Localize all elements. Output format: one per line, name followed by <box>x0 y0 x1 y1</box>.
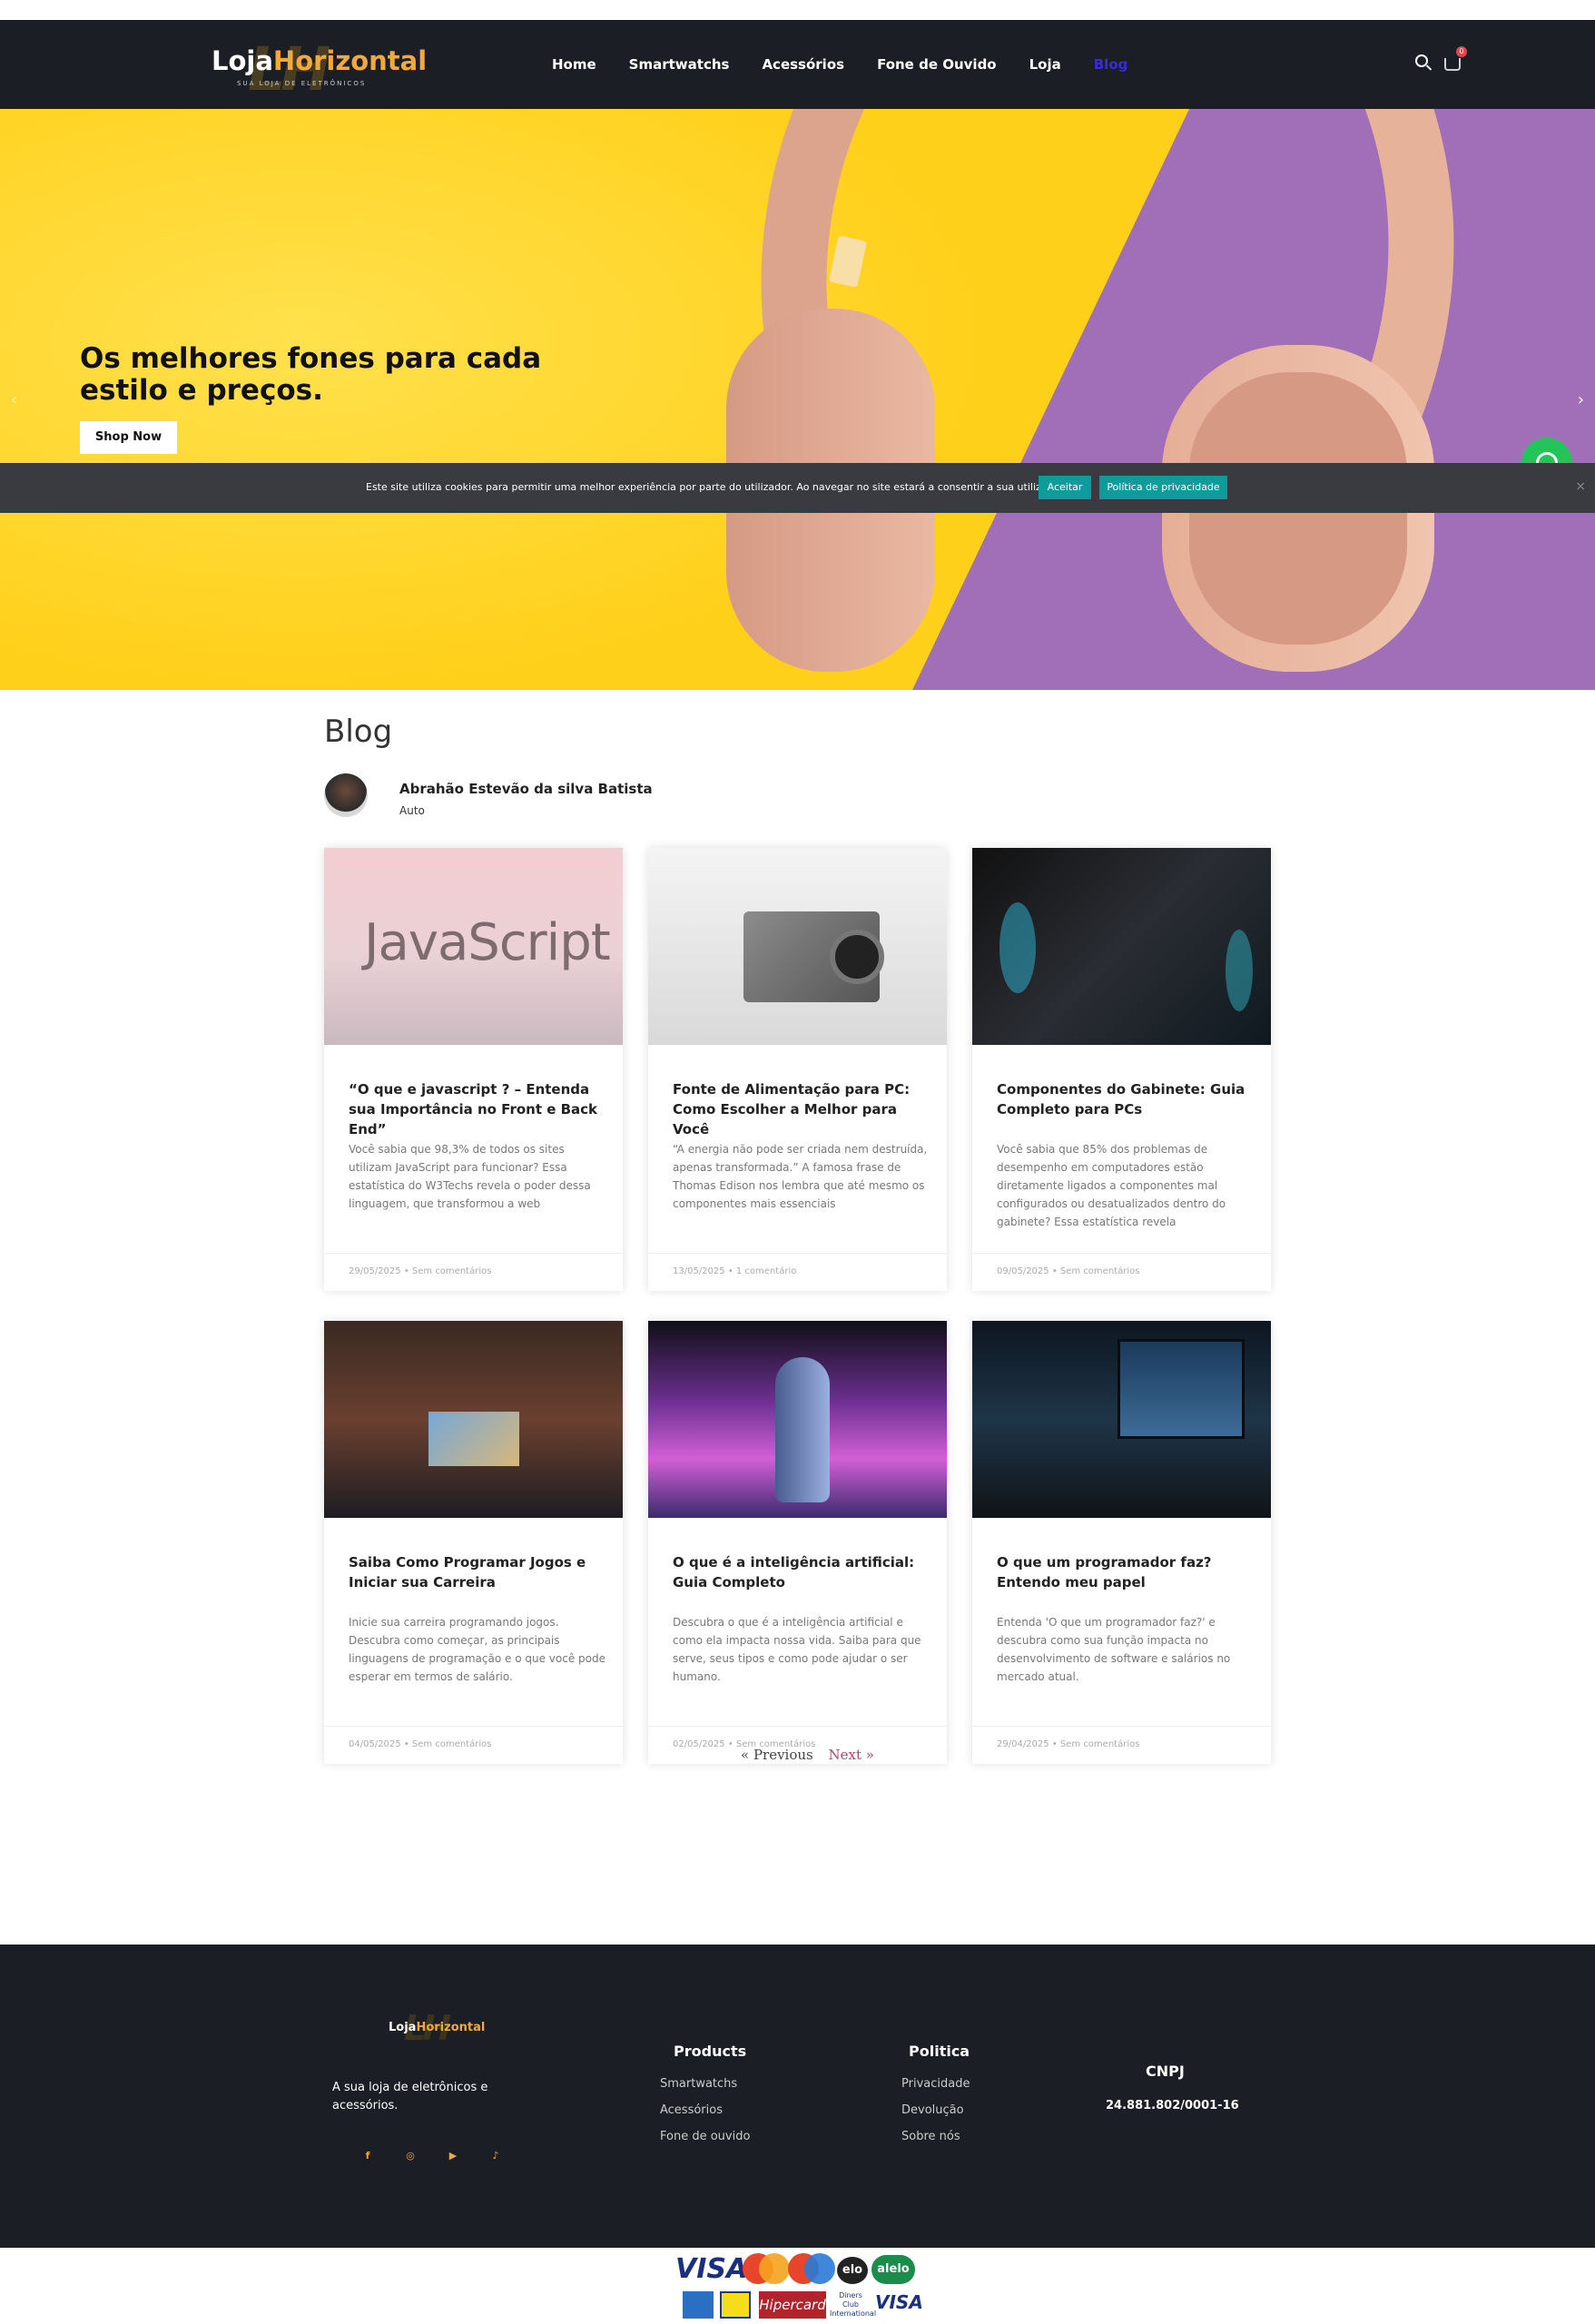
footer-link-devolucao[interactable]: Devolução <box>901 2103 964 2117</box>
post-card[interactable]: Saiba Como Programar Jogos e Iniciar sua… <box>324 1321 623 1764</box>
cnpj-title: CNPJ <box>1146 2063 1185 2080</box>
post-card[interactable]: Componentes do Gabinete: Guia Completo p… <box>972 848 1271 1291</box>
slider-prev-icon[interactable]: ‹ <box>11 390 17 409</box>
nav-fone-de-ouvido[interactable]: Fone de Ouvido <box>877 56 997 73</box>
footer-products-title: Products <box>674 2043 747 2060</box>
footer-link-fone-de-ouvido[interactable]: Fone de ouvido <box>660 2130 750 2143</box>
author-role: Auto <box>399 804 425 817</box>
top-gap <box>0 0 1595 20</box>
search-icon[interactable] <box>1415 54 1428 67</box>
banco-do-brasil-logo <box>720 2291 751 2319</box>
post-title[interactable]: “O que e javascript ? – Entenda sua Impo… <box>349 1079 603 1139</box>
social-links: f ◎ ▶ ♪ <box>361 2150 502 2162</box>
site-logo[interactable]: LH LojaHorizontal SUA LOJA DE ELETRÔNICO… <box>212 34 427 104</box>
thumbnail-text: JavaScript <box>364 913 611 972</box>
alelo-logo: alelo <box>871 2255 915 2284</box>
post-excerpt: Você sabia que 98,3% de todos os sites u… <box>349 1143 591 1210</box>
nav-home[interactable]: Home <box>552 56 596 73</box>
post-card[interactable]: Fonte de Alimentação para PC: Como Escol… <box>648 848 947 1291</box>
youtube-icon[interactable]: ▶ <box>447 2150 459 2162</box>
avatar <box>324 773 368 817</box>
site-footer: LH LojaHorizontal A sua loja de eletrôni… <box>0 1945 1595 2248</box>
post-meta: 13/05/2025 • 1 comentário <box>648 1253 947 1291</box>
post-title[interactable]: O que é a inteligência artificial: Guia … <box>673 1552 927 1592</box>
hero-slider: Os melhores fones para cada estilo e pre… <box>0 109 1595 690</box>
footer-link-privacidade[interactable]: Privacidade <box>901 2077 970 2091</box>
game-screen-image <box>428 1412 519 1466</box>
nav-blog[interactable]: Blog <box>1094 56 1128 73</box>
post-title[interactable]: Saiba Como Programar Jogos e Iniciar sua… <box>349 1552 603 1592</box>
cnpj-value: 24.881.802/0001-16 <box>1106 2099 1239 2112</box>
elo-logo: elo <box>837 2257 868 2284</box>
cart-icon[interactable]: 0 <box>1444 46 1467 71</box>
case-fan-glow <box>999 902 1036 993</box>
payment-methods: VISA elo alelo Hipercard Diners Club Int… <box>0 2248 1595 2324</box>
author-name: Abrahão Estevão da silva Batista <box>399 781 653 797</box>
header-icons: 0 <box>1415 46 1467 71</box>
post-excerpt: Descubra o que é a inteligência artifici… <box>673 1616 921 1683</box>
shop-now-button[interactable]: Shop Now <box>80 421 177 454</box>
nav-loja[interactable]: Loja <box>1029 56 1061 73</box>
nav-acessorios[interactable]: Acessórios <box>762 56 844 73</box>
cookie-text: Este site utiliza cookies para permitir … <box>366 481 1068 493</box>
cart-count-badge: 0 <box>1456 46 1467 57</box>
post-thumbnail[interactable] <box>324 1321 623 1518</box>
post-card[interactable]: O que é a inteligência artificial: Guia … <box>648 1321 947 1764</box>
case-fan-glow <box>1226 930 1253 1011</box>
slider-next-icon[interactable]: › <box>1578 390 1584 409</box>
post-excerpt: “A energia não pode ser criada nem destr… <box>673 1143 928 1210</box>
post-thumbnail[interactable] <box>648 1321 947 1518</box>
post-title[interactable]: Componentes do Gabinete: Guia Completo p… <box>997 1079 1251 1119</box>
post-excerpt: Inicie sua carreira programando jogos. D… <box>349 1616 606 1683</box>
post-excerpt: Você sabia que 85% dos problemas de dese… <box>997 1143 1226 1228</box>
visa-electron-logo: VISA <box>875 2291 923 2313</box>
site-header: LH LojaHorizontal SUA LOJA DE ELETRÔNICO… <box>0 20 1595 109</box>
post-card[interactable]: O que um programador faz? Entendo meu pa… <box>972 1321 1271 1764</box>
hipercard-logo: Hipercard <box>759 2291 826 2319</box>
post-title[interactable]: O que um programador faz? Entendo meu pa… <box>997 1552 1251 1592</box>
post-meta: 29/04/2025 • Sem comentários <box>972 1726 1271 1764</box>
nav-smartwatchs[interactable]: Smartwatchs <box>629 56 730 73</box>
instagram-icon[interactable]: ◎ <box>404 2150 417 2162</box>
logo-text: LojaHorizontal <box>212 45 428 76</box>
cookie-accept-button[interactable]: Aceitar <box>1039 476 1091 499</box>
footer-link-smartwatchs[interactable]: Smartwatchs <box>660 2077 737 2091</box>
robot-image <box>775 1357 830 1502</box>
footer-policy-title: Politica <box>909 2043 970 2060</box>
post-meta: 09/05/2025 • Sem comentários <box>972 1253 1271 1291</box>
post-meta: 04/05/2025 • Sem comentários <box>324 1726 623 1764</box>
post-thumbnail[interactable] <box>648 848 947 1045</box>
post-thumbnail[interactable] <box>972 1321 1271 1518</box>
post-thumbnail[interactable] <box>972 848 1271 1045</box>
hero-title: Os melhores fones para cada estilo e pre… <box>80 342 542 407</box>
post-meta: 29/05/2025 • Sem comentários <box>324 1253 623 1291</box>
close-icon[interactable]: × <box>1575 479 1586 494</box>
tiktok-icon[interactable]: ♪ <box>489 2150 502 2162</box>
pagination-next[interactable]: Next » <box>829 1747 874 1763</box>
footer-link-acessorios[interactable]: Acessórios <box>660 2103 723 2117</box>
privacy-policy-button[interactable]: Política de privacidade <box>1099 476 1227 499</box>
logo-tagline: SUA LOJA DE ELETRÔNICOS <box>237 80 367 87</box>
post-card[interactable]: JavaScript “O que e javascript ? – Enten… <box>324 848 623 1291</box>
pagination-previous[interactable]: « Previous <box>741 1747 813 1763</box>
pagination: « Previous Next » <box>741 1747 874 1763</box>
amex-logo <box>683 2291 714 2319</box>
footer-link-sobre-nos[interactable]: Sobre nós <box>901 2130 960 2143</box>
diners-club-logo: Diners Club International <box>830 2291 877 2318</box>
post-thumbnail[interactable]: JavaScript <box>324 848 623 1045</box>
post-title[interactable]: Fonte de Alimentação para PC: Como Escol… <box>673 1079 927 1139</box>
mastercard-logo <box>743 2253 790 2286</box>
window-image <box>1117 1339 1245 1439</box>
cookie-banner: Este site utiliza cookies para permitir … <box>0 463 1595 513</box>
facebook-icon[interactable]: f <box>361 2150 374 2162</box>
post-excerpt: Entenda 'O que um programador faz?' e de… <box>997 1616 1231 1683</box>
footer-logo[interactable]: LojaHorizontal <box>389 2021 485 2034</box>
main-nav: Home Smartwatchs Acessórios Fone de Ouvi… <box>552 56 1160 73</box>
psu-fan-image <box>830 930 884 984</box>
footer-description: A sua loja de eletrônicos e acessórios. <box>332 2081 488 2112</box>
visa-logo: VISA <box>675 2253 748 2285</box>
page-title: Blog <box>324 714 393 750</box>
maestro-logo <box>788 2253 835 2286</box>
